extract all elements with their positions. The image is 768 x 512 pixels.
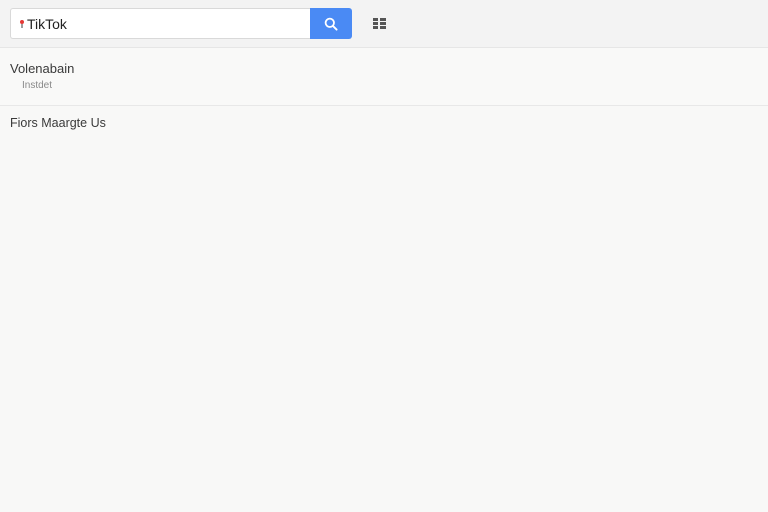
footer-link[interactable]: Fiors Maargte Us [10,116,106,130]
site-favicon-icon [19,19,25,29]
search-button[interactable] [310,8,352,39]
search-icon [324,17,338,31]
result-title[interactable]: Volenabain [10,61,74,76]
result-subtitle: Instdet [22,80,53,91]
search-box[interactable] [10,8,310,39]
result-item[interactable]: Volenabain Instdet [0,48,768,106]
grid-view-button[interactable] [370,14,388,32]
search-input[interactable] [27,15,297,32]
grid-view-icon [372,17,386,29]
top-toolbar [0,0,768,48]
